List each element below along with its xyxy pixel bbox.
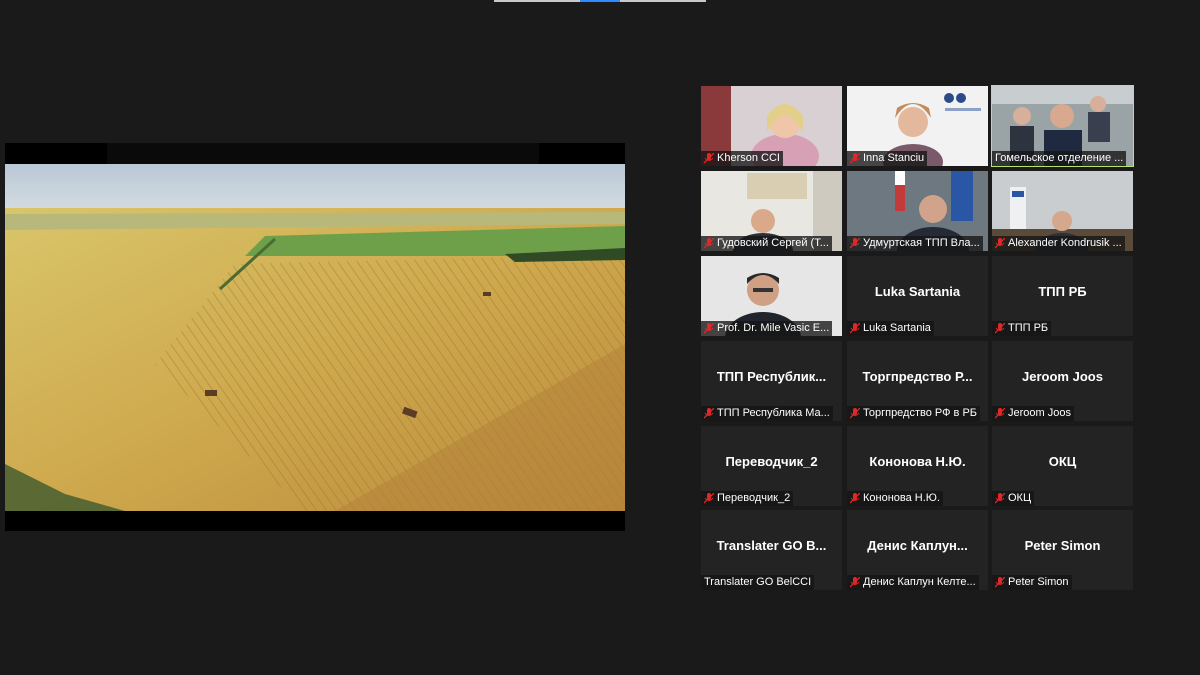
participant-display-name: Кононова Н.Ю. [869, 454, 966, 469]
muted-mic-icon [704, 407, 714, 418]
shared-screen [5, 143, 625, 531]
participant-name-label: Гомельское отделение ... [992, 151, 1127, 166]
participant-tile[interactable]: Торгпредство Р... Торгпредство РФ в РБ [847, 341, 988, 421]
participant-name-label: Peter Simon [992, 575, 1072, 590]
participant-tile[interactable]: Переводчик_2 Переводчик_2 [701, 426, 842, 506]
participant-name-label: Translater GO BelCCI [701, 575, 815, 590]
participant-tile[interactable]: Денис Каплун... Денис Каплун Келте... [847, 510, 988, 590]
participant-tile[interactable]: Prof. Dr. Mile Vasic E... [701, 256, 842, 336]
participant-name-label: Удмуртская ТПП Вла... [847, 236, 983, 251]
participant-name-label: Luka Sartania [847, 321, 934, 336]
participant-tile[interactable]: ОКЦ ОКЦ [992, 426, 1133, 506]
muted-mic-icon [704, 492, 714, 503]
participant-name-label: Jeroom Joos [992, 406, 1074, 421]
participant-name-label: Prof. Dr. Mile Vasic E... [701, 321, 833, 336]
participant-name-label: Торгпредство РФ в РБ [847, 406, 980, 421]
participant-name-label: Гудовский Сергей (Т... [701, 236, 832, 251]
participant-name-label: Inna Stanciu [847, 151, 928, 166]
participant-display-name: Jeroom Joos [1022, 369, 1103, 384]
participant-display-name: Торгпредство Р... [862, 369, 973, 384]
share-status-indicator [580, 0, 620, 2]
participant-tile[interactable]: Jeroom Joos Jeroom Joos [992, 341, 1133, 421]
muted-mic-icon [850, 576, 860, 587]
muted-mic-icon [850, 322, 860, 333]
participant-name-label: ТПП Республика Ма... [701, 406, 833, 421]
muted-mic-icon [995, 407, 1005, 418]
muted-mic-icon [995, 576, 1005, 587]
muted-mic-icon [704, 322, 714, 333]
participant-tile[interactable]: Translater GO B... Translater GO BelCCI [701, 510, 842, 590]
participant-tile[interactable]: ТПП РБ ТПП РБ [992, 256, 1133, 336]
participant-display-name: Переводчик_2 [725, 454, 818, 469]
muted-mic-icon [850, 152, 860, 163]
muted-mic-icon [995, 237, 1005, 248]
participant-tile[interactable]: Гудовский Сергей (Т... [701, 171, 842, 251]
share-status-bar[interactable] [494, 0, 706, 2]
participant-name-label: Переводчик_2 [701, 491, 794, 506]
participant-display-name: Luka Sartania [874, 284, 961, 299]
participant-display-name: Денис Каплун... [867, 538, 968, 553]
muted-mic-icon [850, 237, 860, 248]
participant-display-name: ОКЦ [1048, 454, 1077, 469]
participant-name-label: ТПП РБ [992, 321, 1052, 336]
participant-name-label: Alexander Kondrusik ... [992, 236, 1125, 251]
participant-tile[interactable]: Alexander Kondrusik ... [992, 171, 1133, 251]
muted-mic-icon [704, 152, 714, 163]
participant-name-label: ОКЦ [992, 491, 1035, 506]
muted-mic-icon [704, 237, 714, 248]
participant-name-label: Kherson CCI [701, 151, 783, 166]
participant-tile[interactable]: Kherson CCI [701, 86, 842, 166]
muted-mic-icon [850, 492, 860, 503]
participant-tile[interactable]: Luka Sartania Luka Sartania [847, 256, 988, 336]
participant-name-label: Кононова Н.Ю. [847, 491, 943, 506]
participant-tile[interactable]: Удмуртская ТПП Вла... [847, 171, 988, 251]
participant-tile-active-speaker[interactable]: Гомельское отделение ... [991, 85, 1134, 167]
participant-display-name: Translater GO B... [716, 538, 827, 553]
participant-name-label: Денис Каплун Келте... [847, 575, 979, 590]
muted-mic-icon [850, 407, 860, 418]
participant-display-name: Peter Simon [1024, 538, 1101, 553]
participant-gallery: Kherson CCI Inna Stanciu Гомельское отде… [701, 85, 1135, 590]
shared-video-wheat-field [5, 164, 625, 511]
muted-mic-icon [995, 322, 1005, 333]
participant-display-name: ТПП РБ [1038, 284, 1087, 299]
participant-display-name: ТПП Республик... [716, 369, 827, 384]
participant-tile[interactable]: ТПП Республик... ТПП Республика Ма... [701, 341, 842, 421]
participant-tile[interactable]: Кононова Н.Ю. Кононова Н.Ю. [847, 426, 988, 506]
participant-tile[interactable]: Peter Simon Peter Simon [992, 510, 1133, 590]
participant-tile[interactable]: Inna Stanciu [847, 86, 988, 166]
muted-mic-icon [995, 492, 1005, 503]
